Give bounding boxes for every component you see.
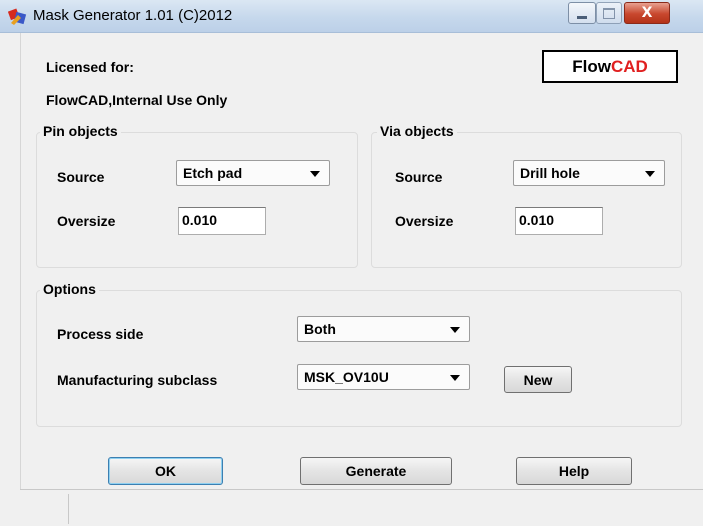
minimize-button[interactable] (568, 2, 596, 24)
via-objects-title: Via objects (377, 123, 457, 139)
via-source-dropdown[interactable]: Drill hole (513, 160, 665, 186)
title-bar[interactable]: Mask Generator 1.01 (C)2012 X (0, 0, 703, 33)
process-side-value: Both (304, 321, 336, 337)
manufacturing-subclass-value: MSK_OV10U (304, 369, 389, 385)
close-icon: X (641, 5, 653, 21)
licensed-for-label: Licensed for: (46, 59, 134, 75)
maximize-icon (603, 7, 615, 19)
status-bar-divider (68, 494, 69, 524)
app-icon (8, 8, 27, 25)
generate-button[interactable]: Generate (300, 457, 452, 485)
ok-button[interactable]: OK (108, 457, 223, 485)
manufacturing-subclass-label: Manufacturing subclass (57, 372, 218, 388)
minimize-icon (577, 15, 587, 19)
pin-oversize-input[interactable]: 0.010 (178, 207, 266, 235)
pin-source-dropdown[interactable]: Etch pad (176, 160, 330, 186)
manufacturing-subclass-dropdown[interactable]: MSK_OV10U (297, 364, 470, 390)
close-button[interactable]: X (624, 2, 670, 24)
pin-source-label: Source (57, 169, 105, 185)
pin-source-value: Etch pad (183, 165, 243, 181)
options-title: Options (40, 281, 99, 297)
chevron-down-icon (450, 375, 460, 381)
status-bar (20, 489, 703, 526)
license-holder: FlowCAD,Internal Use Only (46, 92, 228, 108)
help-button[interactable]: Help (516, 457, 632, 485)
maximize-button[interactable] (596, 2, 622, 24)
chevron-down-icon (450, 327, 460, 333)
process-side-dropdown[interactable]: Both (297, 316, 470, 342)
logo-text-flow: Flow (572, 56, 611, 76)
new-subclass-button[interactable]: New (504, 366, 572, 393)
via-source-value: Drill hole (520, 165, 580, 181)
flowcad-logo: Flow CAD (542, 50, 678, 83)
via-oversize-input[interactable]: 0.010 (515, 207, 603, 235)
pin-oversize-value: 0.010 (182, 212, 218, 228)
chevron-down-icon (310, 171, 320, 177)
pin-objects-group (36, 132, 358, 268)
via-oversize-value: 0.010 (519, 212, 555, 228)
via-oversize-label: Oversize (395, 213, 454, 229)
logo-text-cad: CAD (610, 56, 648, 76)
left-frame (0, 33, 21, 526)
process-side-label: Process side (57, 326, 144, 342)
window-title: Mask Generator 1.01 (C)2012 (33, 7, 233, 24)
pin-oversize-label: Oversize (57, 213, 116, 229)
options-group (36, 290, 682, 427)
via-source-label: Source (395, 169, 443, 185)
pin-objects-title: Pin objects (40, 123, 121, 139)
mask-generator-window: Mask Generator 1.01 (C)2012 X Licensed f… (0, 0, 703, 526)
chevron-down-icon (645, 171, 655, 177)
via-objects-group (371, 132, 682, 268)
dialog-client-area: Licensed for: FlowCAD,Internal Use Only … (0, 33, 703, 526)
